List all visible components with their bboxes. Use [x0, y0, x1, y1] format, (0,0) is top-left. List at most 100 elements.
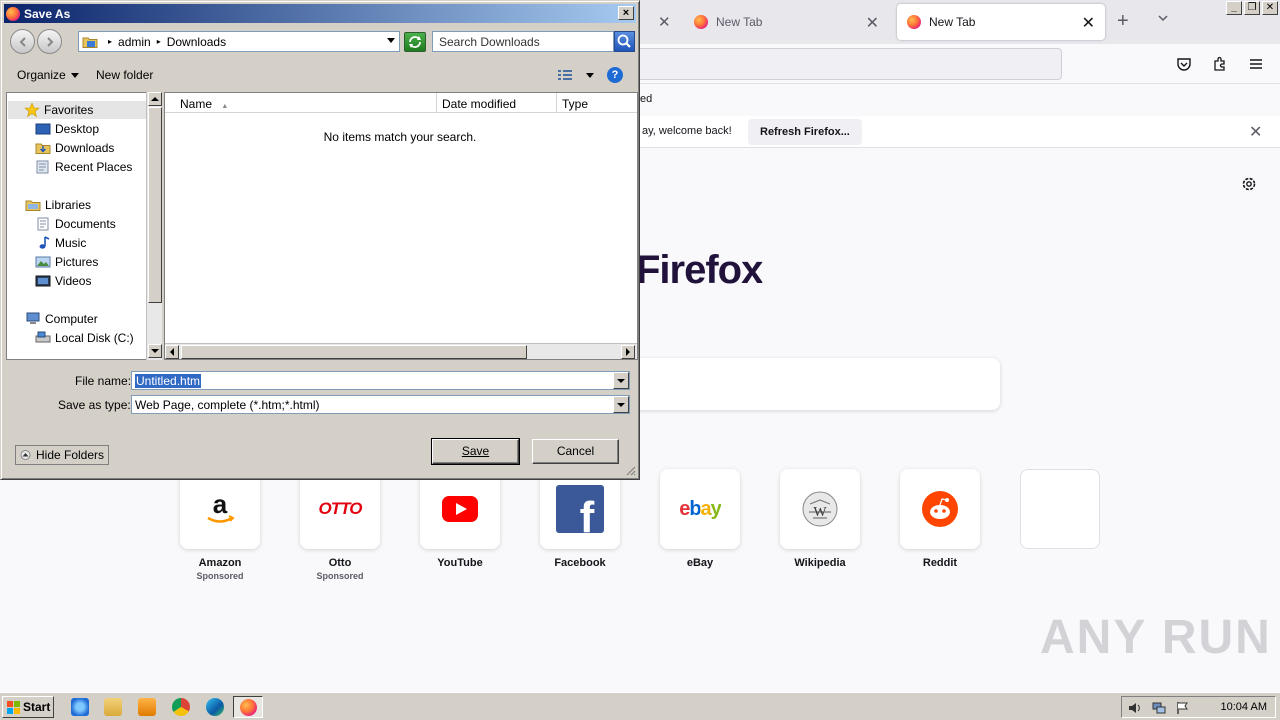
restore-icon[interactable]: ❐	[1244, 1, 1260, 15]
pocket-icon[interactable]	[1176, 56, 1192, 72]
shortcut-amazon[interactable]: a Amazon Sponsored	[180, 469, 260, 581]
search-input[interactable]: Search Downloads	[432, 31, 614, 52]
chrome-icon[interactable]	[172, 698, 190, 716]
tab-close-icon[interactable]: ✕	[866, 13, 879, 33]
taskbar-firefox-button[interactable]	[233, 696, 263, 718]
search-icon[interactable]	[614, 31, 635, 52]
address-dropdown-icon[interactable]	[387, 38, 395, 44]
internet-explorer-icon[interactable]	[71, 698, 89, 716]
notice-close-icon[interactable]: ✕	[1249, 122, 1262, 142]
shortcut-reddit[interactable]: Reddit	[900, 469, 980, 569]
videos-icon	[35, 275, 51, 287]
nav-libraries[interactable]: Libraries	[25, 196, 91, 214]
breadcrumb-admin[interactable]: admin	[118, 35, 151, 49]
dialog-title-bar[interactable]: Save As ×	[4, 4, 636, 23]
shortcut-otto[interactable]: OTTO Otto Sponsored	[300, 469, 380, 581]
shortcut-label: Wikipedia	[794, 557, 846, 569]
save-label: Save	[461, 444, 490, 458]
edge-icon[interactable]	[206, 698, 224, 716]
file-explorer-icon[interactable]	[104, 698, 122, 716]
back-button[interactable]	[10, 29, 35, 54]
help-icon[interactable]: ?	[607, 67, 623, 83]
sort-ascending-icon: ▲	[221, 103, 229, 110]
save-button[interactable]: Save	[431, 438, 520, 465]
downloads-folder-icon	[35, 143, 51, 154]
views-dropdown-icon[interactable]	[586, 73, 594, 79]
address-bar[interactable]: ▸ admin ▸ Downloads	[78, 31, 400, 52]
menu-icon[interactable]	[1248, 56, 1264, 72]
scroll-thumb[interactable]	[148, 107, 162, 303]
nav-desktop[interactable]: Desktop	[35, 120, 99, 138]
refresh-firefox-button[interactable]: Refresh Firefox...	[748, 119, 862, 145]
column-type[interactable]: Type	[557, 93, 637, 113]
action-center-flag-icon[interactable]	[1176, 701, 1190, 715]
nav-computer[interactable]: Computer	[25, 310, 98, 328]
resize-grip-icon[interactable]	[624, 464, 636, 476]
nav-downloads[interactable]: Downloads	[35, 139, 114, 157]
file-list-hscrollbar[interactable]	[165, 343, 637, 359]
sponsored-label: Sponsored	[196, 571, 244, 581]
scroll-right-icon[interactable]	[621, 345, 635, 359]
list-tabs-chevron-icon[interactable]	[1158, 13, 1168, 23]
shortcut-empty[interactable]	[1020, 469, 1100, 549]
extensions-icon[interactable]	[1212, 56, 1228, 72]
scroll-left-icon[interactable]	[165, 345, 179, 359]
minimize-icon[interactable]: _	[1226, 1, 1242, 15]
volume-icon[interactable]	[1128, 701, 1142, 715]
network-icon[interactable]	[1152, 701, 1166, 715]
tab-label: New Tab	[716, 15, 763, 29]
scroll-down-icon[interactable]	[148, 344, 162, 358]
breadcrumb-separator-icon: ▸	[156, 37, 161, 46]
refresh-icon[interactable]	[404, 32, 426, 52]
newtab-search-box[interactable]	[620, 358, 1000, 410]
local-disk-icon	[35, 331, 51, 343]
scroll-up-icon[interactable]	[148, 92, 162, 106]
tab-new-tab-1[interactable]: New Tab ✕	[684, 4, 889, 40]
nav-pane-scrollbar[interactable]	[146, 92, 162, 360]
file-name-field[interactable]: Untitled.htm	[131, 371, 630, 390]
nav-music[interactable]: Music	[35, 234, 86, 252]
forward-button[interactable]	[37, 29, 62, 54]
column-name[interactable]: Name ▲	[165, 93, 437, 113]
shortcut-youtube[interactable]: YouTube	[420, 469, 500, 569]
nav-recent-places[interactable]: Recent Places	[35, 158, 132, 176]
hide-folders-button[interactable]: Hide Folders	[15, 445, 110, 465]
shortcut-ebay[interactable]: ebay eBay	[660, 469, 740, 569]
shortcut-label: eBay	[686, 557, 714, 569]
nav-favorites[interactable]: Favorites	[8, 101, 146, 119]
pictures-icon	[35, 256, 51, 268]
save-type-select[interactable]: Web Page, complete (*.htm;*.html)	[131, 395, 630, 414]
organize-button[interactable]: Organize	[17, 68, 66, 82]
media-player-icon[interactable]	[138, 698, 156, 716]
tab-new-tab-2[interactable]: New Tab ✕	[897, 4, 1105, 40]
cancel-button[interactable]: Cancel	[532, 439, 619, 464]
shortcut-wikipedia[interactable]: W Wikipedia	[780, 469, 860, 569]
nav-label: Libraries	[45, 198, 92, 212]
nav-videos[interactable]: Videos	[35, 272, 91, 290]
clock[interactable]: 10:04 AM	[1221, 701, 1267, 713]
new-folder-button[interactable]: New folder	[96, 68, 153, 82]
nav-documents[interactable]: Documents	[35, 215, 116, 233]
nav-pictures[interactable]: Pictures	[35, 253, 98, 271]
start-button[interactable]: Start	[2, 696, 54, 718]
dialog-close-button[interactable]: ×	[618, 6, 634, 20]
shortcut-facebook[interactable]: f Facebook	[540, 469, 620, 569]
file-name-dropdown[interactable]	[613, 372, 629, 389]
recent-places-icon	[36, 160, 49, 174]
column-date-modified[interactable]: Date modified	[437, 93, 557, 113]
window-controls: _ ❐ ✕	[1226, 1, 1278, 15]
save-type-dropdown[interactable]	[613, 396, 629, 413]
breadcrumb-downloads[interactable]: Downloads	[167, 35, 226, 49]
new-tab-plus-icon[interactable]: +	[1117, 10, 1129, 33]
url-bar[interactable]	[600, 48, 1062, 80]
organize-dropdown-icon[interactable]	[71, 73, 79, 79]
views-icon[interactable]	[557, 69, 573, 81]
ebay-logo: ebay	[660, 469, 740, 549]
nav-local-disk[interactable]: Local Disk (C:)	[35, 329, 134, 347]
gear-icon[interactable]	[1240, 175, 1258, 193]
chevron-up-icon	[20, 450, 31, 460]
close-window-icon[interactable]: ✕	[1262, 1, 1278, 15]
tab-close-icon[interactable]: ✕	[1082, 13, 1095, 33]
tab-close-icon[interactable]: ✕	[658, 13, 671, 31]
scroll-thumb[interactable]	[181, 345, 527, 359]
